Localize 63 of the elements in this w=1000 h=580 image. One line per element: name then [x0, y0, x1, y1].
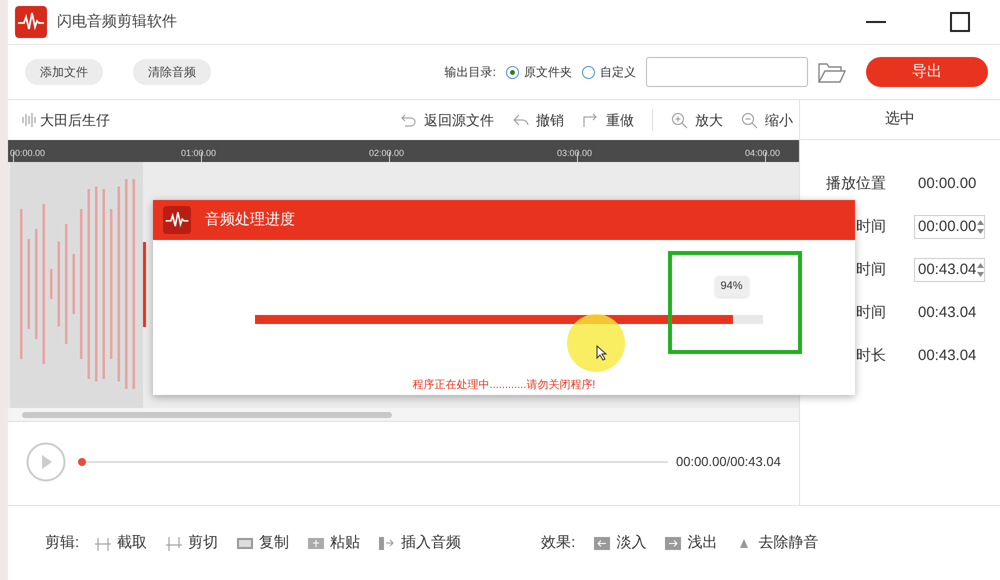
effects-label: 效果:: [541, 532, 576, 553]
edit-tool[interactable]: 插入音频: [378, 532, 462, 554]
toolbar-action[interactable]: 撤销: [512, 110, 564, 130]
field-label: 时间: [855, 260, 887, 280]
radio-label: 自定义: [600, 64, 636, 81]
toolbar-button[interactable]: 清除音频: [133, 59, 211, 85]
track-name: 大田后生仔: [40, 110, 110, 130]
waveform-icon: [22, 112, 36, 128]
edit-tool[interactable]: 剪切: [165, 532, 218, 554]
edit-tool[interactable]: 复制: [236, 532, 290, 554]
effect-tool[interactable]: 淡入: [593, 532, 646, 554]
app-logo-icon: [15, 6, 47, 38]
fade-out-icon: [664, 534, 682, 552]
path-field[interactable]: [646, 57, 808, 87]
time-spinner[interactable]: 00:00.00: [914, 215, 986, 239]
field-label: 时长: [855, 346, 887, 366]
field-value: 00:43.04: [917, 302, 976, 323]
time-spinner[interactable]: 00:43.04: [914, 258, 986, 282]
folder-icon[interactable]: [818, 61, 846, 83]
toolbar-action[interactable]: 返回源文件: [400, 110, 494, 130]
ruler-label: 00:00.00: [10, 147, 46, 160]
maximize-icon[interactable]: [950, 12, 970, 32]
playback-time: 00:00.00/00:43.04: [676, 453, 781, 472]
effect-tool[interactable]: 去除静音: [735, 532, 818, 554]
spinner-arrows-icon[interactable]: [977, 219, 984, 235]
panel-title: 选中: [800, 100, 1000, 140]
cut-icon: [165, 534, 184, 552]
fade-in-icon: [593, 534, 612, 552]
field-label: 时间: [855, 302, 887, 323]
effect-tool[interactable]: 浅出: [664, 532, 718, 554]
spinner-arrows-icon[interactable]: [977, 262, 984, 278]
progress-tooltip: 94%: [714, 276, 749, 296]
toolbar-action[interactable]: 缩小: [741, 110, 793, 130]
cursor-icon: [596, 345, 607, 361]
field-label: 播放位置: [825, 174, 887, 194]
horizontal-scrollbar[interactable]: [8, 408, 799, 422]
app-logo-icon: [163, 206, 191, 234]
export-button[interactable]: 导出: [866, 57, 988, 87]
dialog-title: 音频处理进度: [205, 210, 295, 230]
toolbar-action[interactable]: 重做: [582, 110, 634, 130]
edit-label: 剪辑:: [45, 532, 80, 553]
ruler-label: 02:00.00: [369, 147, 404, 160]
ruler-label: 04:00.00: [745, 147, 780, 160]
toolbar-action[interactable]: 放大: [671, 110, 723, 130]
return-arrow-icon: [400, 112, 418, 128]
field-value: 00:43.04: [917, 346, 976, 366]
ruler-label: 01:00.00: [181, 147, 216, 160]
edit-tool[interactable]: 粘贴: [307, 532, 360, 554]
toolbar-button[interactable]: 添加文件: [25, 59, 103, 85]
ruler-label: 03:00.00: [557, 147, 592, 160]
status-message: 程序正在处理中............请勿关闭程序!: [412, 378, 596, 392]
zoom-in-icon: [671, 112, 689, 128]
insert-audio-icon: [378, 534, 396, 552]
field-label: 时间: [855, 216, 887, 237]
output-label: 输出目录:: [444, 64, 496, 81]
playback-thumb[interactable]: [78, 458, 86, 466]
zoom-out-icon: [741, 112, 759, 128]
radio-button[interactable]: [506, 66, 519, 78]
window-title: 闪电音频剪辑软件: [57, 12, 177, 32]
radio-button[interactable]: [582, 66, 595, 78]
edit-tool[interactable]: 截取: [94, 532, 148, 554]
field-value: 00:00.00: [917, 174, 976, 194]
radio-label: 原文件夹: [524, 64, 572, 81]
